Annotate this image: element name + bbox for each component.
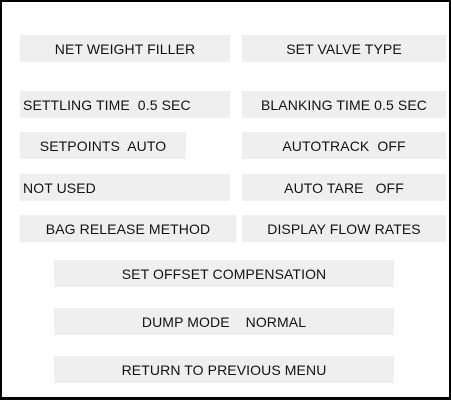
autotrack-button[interactable]: AUTOTRACK OFF	[242, 132, 446, 159]
blanking-time-button[interactable]: BLANKING TIME 0.5 SEC	[242, 91, 446, 118]
settling-time-button[interactable]: SETTLING TIME 0.5 SEC	[20, 91, 230, 118]
set-offset-compensation-button[interactable]: SET OFFSET COMPENSATION	[54, 260, 394, 287]
dump-mode-button[interactable]: DUMP MODE NORMAL	[54, 308, 394, 335]
return-to-previous-menu-button[interactable]: RETURN TO PREVIOUS MENU	[54, 356, 394, 383]
bag-release-method-button[interactable]: BAG RELEASE METHOD	[20, 215, 236, 242]
not-used-button[interactable]: NOT USED	[20, 174, 230, 201]
setpoints-button[interactable]: SETPOINTS AUTO	[20, 132, 186, 159]
net-weight-filler-button[interactable]: NET WEIGHT FILLER	[20, 35, 230, 62]
menu-screen: NET WEIGHT FILLER SET VALVE TYPE SETTLIN…	[0, 0, 451, 400]
display-flow-rates-button[interactable]: DISPLAY FLOW RATES	[242, 215, 446, 242]
auto-tare-button[interactable]: AUTO TARE OFF	[242, 174, 446, 201]
set-valve-type-button[interactable]: SET VALVE TYPE	[242, 35, 446, 62]
